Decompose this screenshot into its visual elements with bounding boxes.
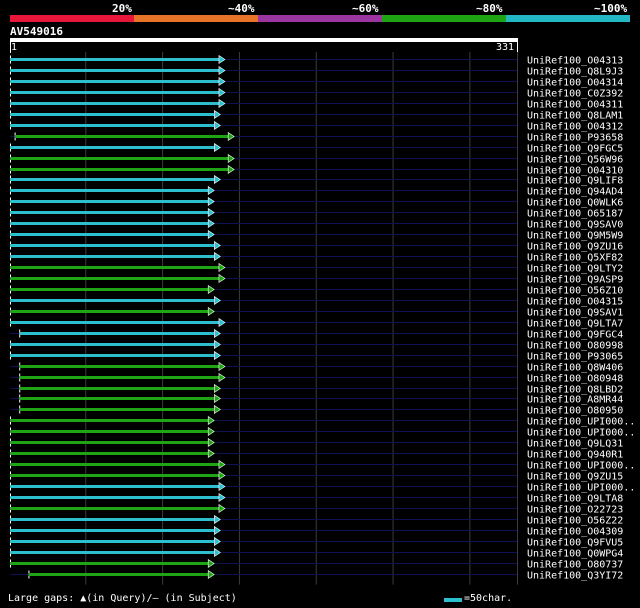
hit-label[interactable]: UniRef100_Q94AD4 [527, 187, 623, 198]
hit-label[interactable]: UniRef100_Q9ASP9 [527, 275, 623, 286]
hit-arrow-icon [214, 174, 221, 185]
hit-label[interactable]: UniRef100_Q9FGC5 [527, 144, 623, 155]
hit-label[interactable]: UniRef100_O80998 [527, 341, 623, 352]
hit-label[interactable]: UniRef100_UPI000.. [527, 428, 635, 439]
hit-label[interactable]: UniRef100_O04315 [527, 297, 623, 308]
hit-label[interactable]: UniRef100_O65187 [527, 209, 623, 220]
hit-label[interactable]: UniRef100_P93658 [527, 133, 623, 144]
hit-arrow-icon [214, 514, 221, 525]
hit-arrow-icon [218, 459, 226, 470]
hit-arrow-icon [207, 196, 215, 207]
hit-label[interactable]: UniRef100_Q5XF82 [527, 253, 623, 264]
hit-arrow-icon [214, 240, 221, 251]
hit-arrow-icon [207, 284, 215, 295]
hit-label[interactable]: UniRef100_A8MR44 [527, 395, 623, 406]
hit-arrow-icon [214, 120, 221, 131]
hit-label[interactable]: UniRef100_Q9FVU5 [527, 538, 623, 549]
hit-arrow-icon [218, 492, 226, 503]
hit-arrow-icon [218, 317, 226, 328]
hit-label[interactable]: UniRef100_Q940R1 [527, 450, 623, 461]
hit-label[interactable]: UniRef100_UPI000.. [527, 483, 635, 494]
alignment-plot: UniRef100_O04313UniRef100_Q8L9J3UniRef10… [10, 52, 635, 585]
hit-label[interactable]: UniRef100_O80950 [527, 406, 623, 417]
hit-arrow-icon [207, 437, 215, 448]
hit-arrow-icon [207, 306, 215, 317]
hit-label[interactable]: UniRef100_Q56W96 [527, 155, 623, 166]
hit-label[interactable]: UniRef100_UPI000.. [527, 461, 635, 472]
hit-label[interactable]: UniRef100_O22723 [527, 505, 623, 516]
hit-arrow-icon [227, 153, 235, 164]
hit-label[interactable]: UniRef100_O04312 [527, 122, 623, 133]
hit-arrow-icon [207, 229, 215, 240]
hit-arrow-icon [214, 383, 221, 394]
hit-label[interactable]: UniRef100_Q9ZU16 [527, 242, 623, 253]
hit-arrow-icon [218, 54, 226, 65]
hit-arrow-icon [218, 98, 226, 109]
hit-label[interactable]: UniRef100_Q9M5W9 [527, 231, 623, 242]
hit-arrow-icon [227, 164, 235, 175]
hit-arrow-icon [207, 558, 215, 569]
hit-arrow-icon [207, 207, 215, 218]
hit-label[interactable]: UniRef100_Q9SAV0 [527, 220, 623, 231]
hit-arrow-icon [214, 393, 221, 404]
hit-arrow-icon [207, 569, 215, 580]
hit-label[interactable]: UniRef100_Q8LAM1 [527, 111, 623, 122]
hit-label[interactable]: UniRef100_Q3YI72 [527, 571, 623, 582]
hit-label[interactable]: UniRef100_P93065 [527, 352, 623, 363]
scale-bar [444, 598, 462, 602]
hit-arrow-icon [218, 481, 226, 492]
hit-label[interactable]: UniRef100_O56Z22 [527, 516, 623, 527]
hit-arrow-icon [214, 142, 221, 153]
hit-label[interactable]: UniRef100_Q0WLK6 [527, 198, 623, 209]
hit-label[interactable]: UniRef100_Q9FGC4 [527, 330, 623, 341]
hit-arrow-icon [218, 262, 226, 273]
hit-arrow-icon [214, 547, 221, 558]
hit-arrow-icon [214, 350, 221, 361]
hit-label[interactable]: UniRef100_Q0WPG4 [527, 549, 623, 560]
hit-arrow-icon [218, 273, 226, 284]
hit-label[interactable]: UniRef100_O80948 [527, 374, 623, 385]
scale-label: =50char. [464, 593, 513, 604]
hit-label[interactable]: UniRef100_O04311 [527, 100, 623, 111]
hit-arrow-icon [227, 131, 235, 142]
hit-label[interactable]: UniRef100_O80737 [527, 560, 623, 571]
hit-arrow-icon [218, 470, 226, 481]
hit-label[interactable]: UniRef100_O04309 [527, 527, 623, 538]
hit-label[interactable]: UniRef100_Q9LTY2 [527, 264, 623, 275]
hit-label[interactable]: UniRef100_O56Z10 [527, 286, 623, 297]
hit-label[interactable]: UniRef100_Q8W406 [527, 363, 623, 374]
hit-arrow-icon [218, 65, 226, 76]
hit-arrow-icon [214, 251, 221, 262]
hit-arrow-icon [218, 76, 226, 87]
hit-arrow-icon [207, 218, 215, 229]
hit-label[interactable]: UniRef100_Q9LIF8 [527, 176, 623, 187]
hit-arrow-icon [218, 503, 226, 514]
hit-label[interactable]: UniRef100_Q9ZU15 [527, 472, 623, 483]
hit-arrow-icon [207, 448, 215, 459]
hit-arrow-icon [214, 328, 221, 339]
hit-label[interactable]: UniRef100_C0Z392 [527, 89, 623, 100]
hit-arrow-icon [214, 295, 221, 306]
hit-arrow-icon [218, 87, 226, 98]
hit-label[interactable]: UniRef100_O04313 [527, 56, 623, 67]
hit-label[interactable]: UniRef100_Q9LQ31 [527, 439, 623, 450]
hit-arrow-icon [218, 372, 226, 383]
hit-arrow-icon [218, 361, 226, 372]
hit-label[interactable]: UniRef100_Q9SAV1 [527, 308, 623, 319]
hit-arrow-icon [214, 339, 221, 350]
hit-arrow-icon [214, 404, 221, 415]
hit-arrow-icon [207, 185, 215, 196]
gaps-legend: Large gaps: ▲(in Query)/— (in Subject) [8, 593, 237, 604]
hit-label[interactable]: UniRef100_O04314 [527, 78, 623, 89]
hit-arrow-icon [207, 415, 215, 426]
hit-label[interactable]: UniRef100_Q9LTA8 [527, 494, 623, 505]
hit-arrow-icon [214, 536, 221, 547]
hit-arrow-icon [214, 109, 221, 120]
hit-label[interactable]: UniRef100_Q9LTA7 [527, 319, 623, 330]
hit-label[interactable]: UniRef100_Q8L9J3 [527, 67, 623, 78]
hit-label[interactable]: UniRef100_UPI000.. [527, 417, 635, 428]
hit-arrow-icon [207, 426, 215, 437]
hit-arrow-icon [214, 525, 221, 536]
